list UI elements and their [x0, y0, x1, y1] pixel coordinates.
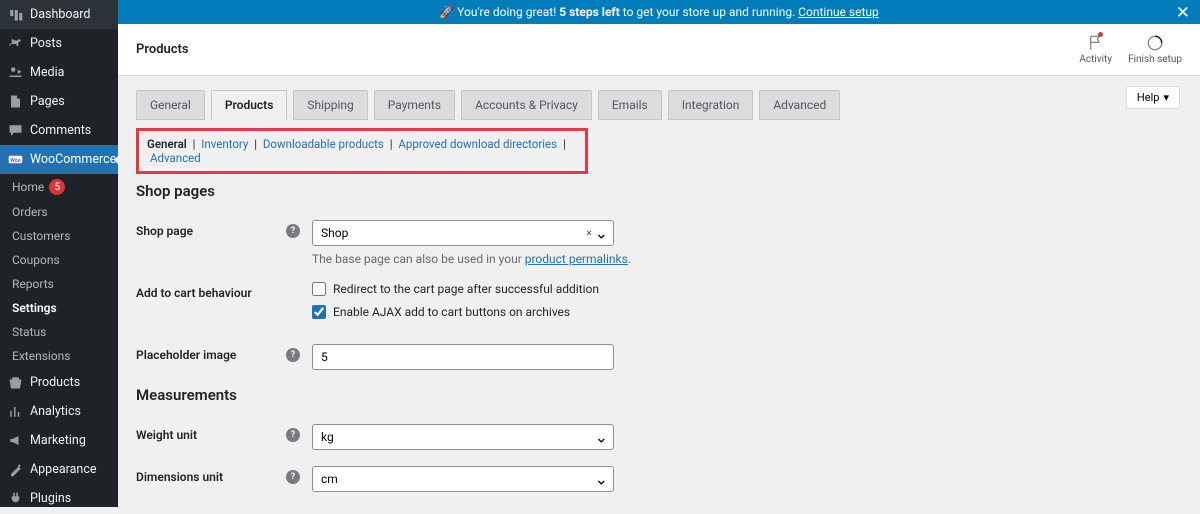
- tab-payments[interactable]: Payments: [374, 90, 455, 120]
- dashboard-icon: [8, 7, 23, 22]
- main-content: 🚀 You're doing great! 5 steps left to ge…: [118, 0, 1200, 507]
- sidebar-item-label: Products: [30, 375, 80, 390]
- subtab-inventory[interactable]: Inventory: [198, 137, 251, 151]
- ajax-cart-checkbox[interactable]: Enable AJAX add to cart buttons on archi…: [312, 305, 1182, 319]
- tab-shipping[interactable]: Shipping: [293, 90, 367, 120]
- sidebar-item-label: Appearance: [30, 462, 97, 477]
- banner-text: 🚀 You're doing great! 5 steps left to ge…: [439, 5, 879, 19]
- section-shop-pages: Shop pages: [136, 182, 1182, 200]
- sidebar-item-label: Dashboard: [30, 7, 90, 22]
- subtab-advanced[interactable]: Advanced: [147, 151, 204, 165]
- sidebar-item-plugins[interactable]: Plugins: [0, 484, 118, 507]
- tab-advanced[interactable]: Advanced: [759, 90, 840, 120]
- sub-tabs: General | Inventory | Downloadable produ…: [147, 137, 577, 165]
- placeholder-image-label: Placeholder image: [136, 348, 236, 362]
- sidebar-item-label: Plugins: [30, 491, 71, 506]
- page-icon: [8, 94, 23, 109]
- sidebar-item-analytics[interactable]: Analytics: [0, 397, 118, 426]
- shop-page-select[interactable]: Shop × ⌄: [312, 220, 614, 246]
- sidebar-sub-home[interactable]: Home5: [0, 174, 118, 200]
- count-badge: 5: [49, 179, 65, 195]
- sidebar-sub-settings[interactable]: Settings: [0, 296, 118, 320]
- subtab-general[interactable]: General: [147, 137, 190, 151]
- close-icon[interactable]: ✕: [1176, 3, 1190, 23]
- section-measurements: Measurements: [136, 386, 1182, 404]
- sidebar-sub-coupons[interactable]: Coupons: [0, 248, 118, 272]
- sidebar-item-comments[interactable]: Comments: [0, 116, 118, 145]
- page-title: Products: [136, 42, 189, 57]
- help-icon[interactable]: ?: [286, 470, 300, 484]
- help-icon[interactable]: ?: [286, 428, 300, 442]
- shop-page-label: Shop page: [136, 224, 193, 238]
- placeholder-image-input[interactable]: [312, 344, 614, 370]
- finish-setup-button[interactable]: Finish setup: [1128, 34, 1182, 65]
- tab-accounts-privacy[interactable]: Accounts & Privacy: [461, 90, 592, 120]
- appearance-icon: [8, 462, 23, 477]
- comment-icon: [8, 123, 23, 138]
- media-icon: [8, 65, 23, 80]
- sidebar-item-media[interactable]: Media: [0, 58, 118, 87]
- sidebar-item-pages[interactable]: Pages: [0, 87, 118, 116]
- sidebar-item-woocommerce[interactable]: Woo WooCommerce: [0, 145, 118, 174]
- sidebar-item-appearance[interactable]: Appearance: [0, 455, 118, 484]
- subtab-downloadable-products[interactable]: Downloadable products: [260, 137, 387, 151]
- sidebar-item-label: Posts: [30, 36, 62, 51]
- plugin-icon: [8, 491, 23, 506]
- dimensions-unit-label: Dimensions unit: [136, 470, 223, 484]
- shop-page-desc: The base page can also be used in your p…: [312, 252, 1182, 266]
- admin-sidebar: Dashboard Posts Media Pages Comments Woo WooCo…: [0, 0, 118, 507]
- sidebar-sub-status[interactable]: Status: [0, 320, 118, 344]
- sidebar-item-label: Pages: [30, 94, 65, 109]
- tab-emails[interactable]: Emails: [598, 90, 662, 120]
- weight-unit-label: Weight unit: [136, 428, 197, 442]
- settings-tabs: GeneralProductsShippingPaymentsAccounts …: [136, 90, 1182, 120]
- woo-icon: Woo: [8, 152, 23, 167]
- marketing-icon: [8, 433, 23, 448]
- sidebar-sub-orders[interactable]: Orders: [0, 200, 118, 224]
- permalinks-link[interactable]: product permalinks: [525, 252, 628, 266]
- sidebar-item-dashboard[interactable]: Dashboard: [0, 0, 118, 29]
- tab-general[interactable]: General: [136, 90, 205, 120]
- sidebar-item-label: Media: [30, 65, 64, 80]
- subtab-approved-download-directories[interactable]: Approved download directories: [395, 137, 560, 151]
- dimensions-unit-select[interactable]: cm ⌄: [312, 466, 614, 492]
- activity-button[interactable]: Activity: [1079, 34, 1112, 65]
- analytics-icon: [8, 404, 23, 419]
- finish-setup-label: Finish setup: [1128, 54, 1182, 65]
- add-to-cart-label: Add to cart behaviour: [136, 286, 252, 300]
- pin-icon: [8, 36, 23, 51]
- help-icon[interactable]: ?: [286, 224, 300, 238]
- setup-banner: 🚀 You're doing great! 5 steps left to ge…: [118, 0, 1200, 24]
- continue-setup-link[interactable]: Continue setup: [798, 5, 879, 19]
- tab-integration[interactable]: Integration: [668, 90, 754, 120]
- clear-icon[interactable]: ×: [586, 227, 592, 240]
- sidebar-item-label: WooCommerce: [30, 152, 116, 167]
- product-icon: [8, 375, 23, 390]
- progress-icon: [1146, 34, 1164, 52]
- sidebar-item-label: Analytics: [30, 404, 81, 419]
- help-icon[interactable]: ?: [286, 348, 300, 362]
- activity-label: Activity: [1079, 54, 1112, 65]
- sidebar-item-products[interactable]: Products: [0, 368, 118, 397]
- top-bar: Products Activity Finish setup: [118, 24, 1200, 76]
- sidebar-sub-customers[interactable]: Customers: [0, 224, 118, 248]
- sidebar-item-marketing[interactable]: Marketing: [0, 426, 118, 455]
- chevron-down-icon: ▾: [1163, 91, 1169, 104]
- sidebar-sub-extensions[interactable]: Extensions: [0, 344, 118, 368]
- sidebar-item-label: Comments: [30, 123, 91, 138]
- tab-products[interactable]: Products: [211, 90, 288, 120]
- flag-icon: [1087, 34, 1105, 52]
- highlighted-subnav: General | Inventory | Downloadable produ…: [136, 128, 588, 174]
- svg-text:Woo: Woo: [10, 158, 20, 164]
- sidebar-item-posts[interactable]: Posts: [0, 29, 118, 58]
- sidebar-item-label: Marketing: [30, 433, 86, 448]
- help-button[interactable]: Help ▾: [1126, 86, 1180, 109]
- sidebar-sub-reports[interactable]: Reports: [0, 272, 118, 296]
- redirect-cart-checkbox[interactable]: Redirect to the cart page after successf…: [312, 282, 1182, 296]
- weight-unit-select[interactable]: kg ⌄: [312, 424, 614, 450]
